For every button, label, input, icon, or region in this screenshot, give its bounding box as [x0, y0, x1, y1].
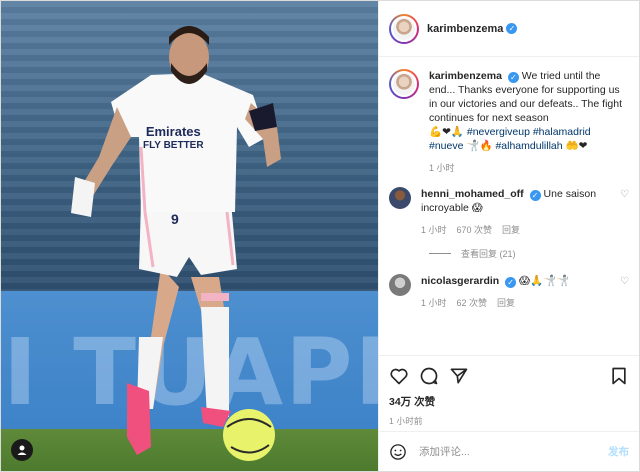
post-header: karimbenzema ✓ — [379, 1, 639, 57]
sponsor-line-1: Emirates — [145, 124, 201, 139]
hashtag-nevergiveup[interactable]: #nevergiveup — [467, 126, 530, 138]
view-replies[interactable]: 查看回复 (21) — [429, 247, 629, 260]
comment-avatar[interactable] — [389, 187, 411, 209]
action-icons — [389, 364, 629, 388]
hashtag-nueve[interactable]: #nueve — [429, 140, 463, 152]
caption-meta: 1 小时 — [429, 161, 629, 175]
replies-dash — [429, 253, 451, 254]
reply-button[interactable]: 回复 — [502, 223, 520, 237]
player-figure — [71, 26, 281, 461]
comment-username[interactable]: henni_mohamed_off — [421, 188, 524, 200]
comment-like-heart-icon[interactable]: ♡ — [620, 276, 629, 287]
comment-icon[interactable] — [419, 366, 439, 386]
instagram-post: I TUAPP — [0, 0, 640, 472]
reply-button[interactable]: 回复 — [497, 296, 515, 310]
verified-badge-icon: ✓ — [529, 190, 541, 201]
caption-emoji-end: 🤲❤ — [565, 140, 588, 152]
caption-time[interactable]: 1 小时 — [429, 161, 455, 175]
caption-username[interactable]: karimbenzema — [429, 70, 502, 82]
hashtag-alhamdulillah[interactable]: #alhamdulillah — [495, 140, 562, 152]
view-replies-label: 查看回复 (21) — [461, 249, 516, 259]
caption: karimbenzema ✓ We tried until the end...… — [389, 69, 629, 175]
comments-list: karimbenzema ✓ We tried until the end...… — [379, 57, 639, 357]
comment-row: nicolasgerardin ✓ 😱🙏🤺🤺 1 小时 62 次赞 回复 ♡ — [389, 274, 629, 310]
post-side-panel: karimbenzema ✓ karimbenzema ✓ We tried u… — [378, 1, 639, 471]
jersey-number: 9 — [171, 211, 179, 227]
post-actions: 34万 次赞 1 小时前 — [379, 355, 639, 427]
comment-meta: 1 小时 670 次赞 回复 — [421, 223, 629, 237]
verified-badge-icon: ✓ — [505, 277, 517, 288]
emoji-icon[interactable] — [389, 443, 407, 461]
caption-emoji-mid: 🤺🔥 — [466, 140, 493, 152]
caption-avatar[interactable] — [389, 69, 419, 99]
caption-body: karimbenzema ✓ We tried until the end...… — [429, 69, 629, 175]
comment-time[interactable]: 1 小时 — [421, 296, 447, 310]
share-icon[interactable] — [449, 366, 469, 386]
tagged-users-button[interactable] — [11, 439, 33, 461]
profile-avatar[interactable] — [389, 13, 419, 44]
comment-body: nicolasgerardin ✓ 😱🙏🤺🤺 1 小时 62 次赞 回复 — [421, 274, 629, 310]
caption-emoji: 💪❤🙏 — [429, 126, 464, 138]
comment-likes[interactable]: 670 次赞 — [457, 223, 493, 237]
comment-username[interactable]: nicolasgerardin — [421, 275, 499, 287]
comment-row: henni_mohamed_off ✓ Une saison incroyabl… — [389, 187, 629, 237]
post-comment-button[interactable]: 发布 — [608, 444, 629, 459]
comment-avatar[interactable] — [389, 274, 411, 296]
sponsor-line-2: FLY BETTER — [143, 140, 204, 151]
comment-likes[interactable]: 62 次赞 — [457, 296, 488, 310]
post-photo[interactable]: I TUAPP — [1, 1, 378, 471]
likes-count[interactable]: 34万 次赞 — [389, 394, 629, 409]
comment-text: 😱🙏🤺🤺 — [519, 275, 570, 287]
verified-badge-icon: ✓ — [506, 23, 518, 34]
add-comment-bar: 添加评论... 发布 — [379, 431, 639, 471]
post-time[interactable]: 1 小时前 — [389, 415, 629, 427]
verified-badge-icon: ✓ — [507, 72, 519, 83]
comment-time[interactable]: 1 小时 — [421, 223, 447, 237]
comment-meta: 1 小时 62 次赞 回复 — [421, 296, 629, 310]
hashtag-halamadrid[interactable]: #halamadrid — [533, 126, 591, 138]
jersey-sponsor: Emirates FLY BETTER — [143, 125, 204, 153]
comment-like-heart-icon[interactable]: ♡ — [620, 189, 629, 200]
add-comment-input[interactable]: 添加评论... — [419, 444, 608, 459]
bookmark-icon[interactable] — [609, 366, 629, 386]
header-username[interactable]: karimbenzema — [427, 23, 503, 35]
person-icon — [17, 445, 27, 455]
comment-body: henni_mohamed_off ✓ Une saison incroyabl… — [421, 187, 629, 237]
heart-icon[interactable] — [389, 366, 409, 386]
